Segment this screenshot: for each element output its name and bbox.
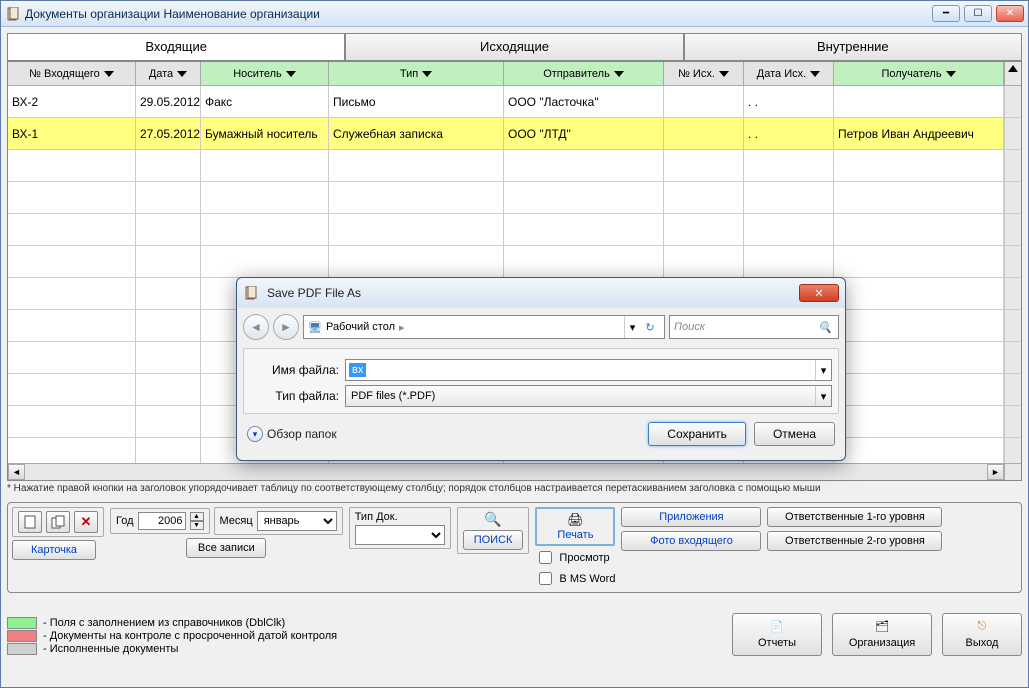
col-header-recipient[interactable]: Получатель — [834, 62, 1004, 85]
dialog-titlebar: Save PDF File As ✕ — [237, 278, 845, 308]
main-tabs: Входящие Исходящие Внутренние — [7, 33, 1022, 61]
year-label: Год — [116, 515, 134, 527]
browse-folders-toggle[interactable]: ▾ Обзор папок — [247, 426, 337, 442]
copy-doc-button[interactable] — [46, 511, 70, 533]
all-records-button[interactable]: Все записи — [186, 538, 266, 558]
location-breadcrumb[interactable]: 🖥 Рабочий стол ▸ ▾ ↻ — [303, 315, 665, 339]
month-label: Месяц — [220, 515, 253, 527]
grid-hint: * Нажатие правой кнопки на заголовок упо… — [7, 483, 1022, 494]
dialog-app-icon — [243, 285, 259, 301]
table-row — [8, 246, 1021, 278]
col-header-out-date[interactable]: Дата Исх. — [744, 62, 834, 85]
table-row[interactable]: ВХ-1 27.05.2012 Бумажный носитель Служеб… — [8, 118, 1021, 150]
save-pdf-dialog: Save PDF File As ✕ ◄ ► 🖥 Рабочий стол ▸ … — [236, 277, 846, 461]
delete-doc-button[interactable]: ✕ — [74, 511, 98, 533]
col-header-sender[interactable]: Отправитель — [504, 62, 664, 85]
filename-dropdown[interactable]: ▾ — [815, 360, 831, 380]
chevron-down-icon: ▾ — [247, 426, 263, 442]
tab-incoming[interactable]: Входящие — [7, 33, 345, 60]
titlebar-title: Документы организации Наименование орган… — [25, 7, 932, 21]
card-button[interactable]: Карточка — [12, 540, 96, 560]
save-button[interactable]: Сохранить — [648, 422, 746, 446]
dialog-search-input[interactable]: Поиск 🔍 — [669, 315, 839, 339]
nav-back-button[interactable]: ◄ — [243, 314, 269, 340]
organization-button[interactable]: 🗂 Организация — [832, 613, 932, 656]
msword-checkbox[interactable] — [539, 572, 552, 585]
col-header-inc-no[interactable]: № Входящего — [8, 62, 136, 85]
legend-area: - Поля с заполнением из справочников (Db… — [7, 613, 1022, 656]
col-header-out-no[interactable]: № Исх. — [664, 62, 744, 85]
binoculars-icon: 🔍 — [484, 511, 501, 528]
month-select[interactable]: январь — [257, 511, 337, 531]
exit-button[interactable]: ⎋ Выход — [942, 613, 1022, 656]
location-dropdown[interactable]: ▾ — [624, 316, 640, 338]
hscroll-right[interactable]: ► — [987, 464, 1004, 480]
grid-hscroll[interactable]: ◄ ► — [8, 463, 1021, 480]
resp-level1-button[interactable]: Ответственные 1-го уровня — [767, 507, 942, 527]
minimize-button[interactable]: ━ — [932, 5, 960, 22]
legend-swatch-green — [7, 617, 37, 629]
main-window: Документы организации Наименование орган… — [0, 0, 1029, 688]
filetype-label: Тип файла: — [250, 389, 345, 403]
legend-swatch-red — [7, 630, 37, 642]
legend-swatch-grey — [7, 643, 37, 655]
table-row — [8, 182, 1021, 214]
table-row — [8, 150, 1021, 182]
col-header-type[interactable]: Тип — [329, 62, 504, 85]
printer-icon: 🖨 — [567, 512, 584, 528]
filetype-select[interactable]: PDF files (*.PDF) ▾ — [345, 385, 832, 407]
organization-icon: 🗂 — [875, 620, 889, 633]
tab-internal[interactable]: Внутренние — [684, 33, 1022, 60]
titlebar: Документы организации Наименование орган… — [1, 1, 1028, 27]
maximize-button[interactable]: ☐ — [964, 5, 992, 22]
desktop-icon: 🖥 — [308, 321, 322, 334]
grid-vscroll-up[interactable] — [1004, 62, 1021, 85]
photo-incoming-button[interactable]: Фото входящего — [621, 531, 761, 551]
col-header-date[interactable]: Дата — [136, 62, 201, 85]
search-button[interactable]: ПОИСК — [463, 530, 524, 550]
bottom-toolbar: ✕ Карточка Год ▲▼ Месяц январь — [7, 502, 1022, 593]
exit-icon: ⎋ — [978, 620, 987, 633]
year-spinner[interactable]: ▲▼ — [190, 512, 204, 530]
grid-header-row: № Входящего Дата Носитель Тип Отправител… — [8, 62, 1021, 86]
table-row — [8, 214, 1021, 246]
hscroll-left[interactable]: ◄ — [8, 464, 25, 480]
attachments-button[interactable]: Приложения — [621, 507, 761, 527]
search-icon: 🔍 — [818, 321, 832, 334]
reports-icon: 📄 — [770, 620, 784, 633]
reports-button[interactable]: 📄 Отчеты — [732, 613, 822, 656]
filename-label: Имя файла: — [250, 363, 345, 377]
cancel-button[interactable]: Отмена — [754, 422, 835, 446]
doc-type-label: Тип Док. — [355, 511, 398, 523]
refresh-icon[interactable]: ↻ — [640, 321, 660, 334]
close-button[interactable]: ✕ — [996, 5, 1024, 22]
year-input[interactable] — [138, 512, 186, 530]
col-header-carrier[interactable]: Носитель — [201, 62, 329, 85]
dialog-close-button[interactable]: ✕ — [799, 284, 839, 302]
filename-input[interactable]: вх — [349, 363, 366, 377]
table-row[interactable]: ВХ-2 29.05.2012 Факс Письмо ООО "Ласточк… — [8, 86, 1021, 118]
doc-type-select[interactable] — [355, 525, 445, 545]
dialog-title: Save PDF File As — [267, 286, 799, 300]
preview-checkbox[interactable] — [539, 551, 552, 564]
app-icon — [5, 6, 21, 22]
nav-forward-button[interactable]: ► — [273, 314, 299, 340]
tab-outgoing[interactable]: Исходящие — [345, 33, 683, 60]
resp-level2-button[interactable]: Ответственные 2-го уровня — [767, 531, 942, 551]
new-doc-button[interactable] — [18, 511, 42, 533]
print-button[interactable]: Печать — [557, 529, 593, 541]
